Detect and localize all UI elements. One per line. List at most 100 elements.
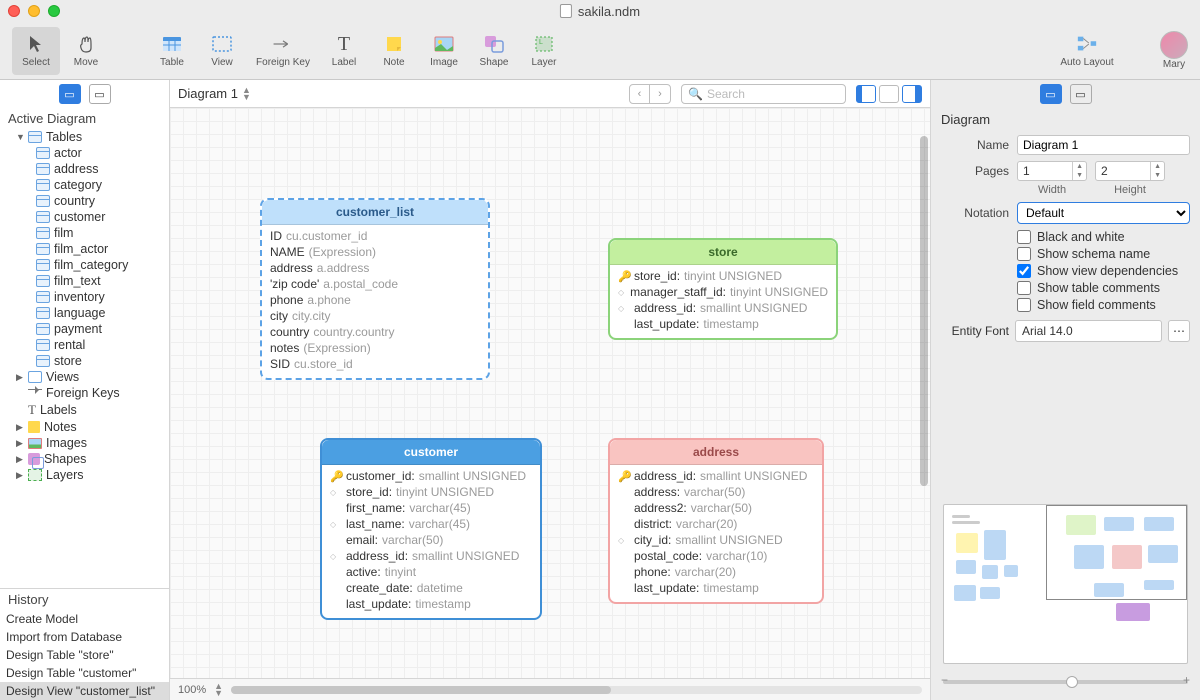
tree-table-item[interactable]: customer xyxy=(4,209,165,225)
history-item[interactable]: Import from Database xyxy=(0,628,169,646)
entity-customer-list[interactable]: customer_list ID cu.customer_idNAME (Exp… xyxy=(260,198,490,380)
image-tool[interactable]: Image xyxy=(420,27,468,75)
svg-text:L: L xyxy=(539,39,543,46)
tree-foreignkeys[interactable]: ▶Foreign Keys xyxy=(4,385,165,401)
check-fieldcomments[interactable] xyxy=(1017,298,1031,312)
index-icon: ◇ xyxy=(618,288,626,297)
tree-layers[interactable]: ▶Layers xyxy=(4,467,165,483)
table-icon xyxy=(36,211,50,223)
field-row: 🔑store_id: tinyint UNSIGNED xyxy=(618,268,828,284)
history-item[interactable]: Create Model xyxy=(0,610,169,628)
entity-customer[interactable]: customer 🔑customer_id: smallint UNSIGNED… xyxy=(320,438,542,620)
nav-back[interactable]: ‹ xyxy=(630,85,650,103)
table-tool[interactable]: Table xyxy=(148,27,196,75)
user-menu[interactable]: Mary xyxy=(1160,31,1188,70)
views-icon xyxy=(28,371,42,383)
pages-width-input[interactable]: 1▲▼ xyxy=(1017,161,1087,181)
inspector-heading: Diagram xyxy=(931,108,1200,131)
diagram-selector[interactable]: Diagram 1 ▲▼ xyxy=(178,86,251,101)
tree-table-item[interactable]: rental xyxy=(4,337,165,353)
lp-tab-model[interactable]: ▭ xyxy=(59,84,81,104)
foreignkey-tool[interactable]: Foreign Key xyxy=(248,27,318,75)
tree-shapes[interactable]: ▶Shapes xyxy=(4,451,165,467)
canvas[interactable]: customer_list ID cu.customer_idNAME (Exp… xyxy=(170,108,930,678)
view-tool[interactable]: View xyxy=(198,27,246,75)
index-icon: ◇ xyxy=(330,520,342,529)
tree-table-item[interactable]: country xyxy=(4,193,165,209)
tree-table-item[interactable]: address xyxy=(4,161,165,177)
entity-address[interactable]: address 🔑address_id: smallint UNSIGNEDad… xyxy=(608,438,824,604)
history-item[interactable]: Design Table "customer" xyxy=(0,664,169,682)
horizontal-scrollbar[interactable] xyxy=(231,686,922,694)
check-schema[interactable] xyxy=(1017,247,1031,261)
shape-tool[interactable]: Shape xyxy=(470,27,518,75)
statusbar: 100% ▲▼ xyxy=(170,678,930,700)
left-panel: ▭ ▭ Active Diagram ▼Tables actoraddressc… xyxy=(0,80,170,700)
minimap[interactable] xyxy=(943,504,1188,664)
table-icon xyxy=(36,275,50,287)
tree-table-item[interactable]: film_category xyxy=(4,257,165,273)
tree-table-item[interactable]: store xyxy=(4,353,165,369)
autolayout-icon xyxy=(1075,33,1099,55)
tree-labels[interactable]: ▶TLabels xyxy=(4,401,165,419)
tables-icon xyxy=(28,131,42,143)
tree-table-item[interactable]: actor xyxy=(4,145,165,161)
move-tool[interactable]: Move xyxy=(62,27,110,75)
label-tool[interactable]: T Label xyxy=(320,27,368,75)
minimize-icon[interactable] xyxy=(28,5,40,17)
rp-tab-other[interactable]: ▭ xyxy=(1070,84,1092,104)
pages-height-input[interactable]: 2▲▼ xyxy=(1095,161,1165,181)
tree-table-item[interactable]: film xyxy=(4,225,165,241)
tree-views[interactable]: ▶Views xyxy=(4,369,165,385)
pointer-icon xyxy=(24,33,48,55)
check-tablecomments[interactable] xyxy=(1017,281,1031,295)
lp-tab-other[interactable]: ▭ xyxy=(89,84,111,104)
entity-store[interactable]: store 🔑store_id: tinyint UNSIGNED◇manage… xyxy=(608,238,838,340)
zoom-icon[interactable] xyxy=(48,5,60,17)
tree-notes[interactable]: ▶Notes xyxy=(4,419,165,435)
zoom-slider[interactable]: − + xyxy=(943,680,1188,684)
field-row: 🔑customer_id: smallint UNSIGNED xyxy=(330,468,532,484)
index-icon: ◇ xyxy=(330,552,342,561)
layer-icon xyxy=(28,469,42,481)
view-right-toggle[interactable] xyxy=(902,85,922,103)
history-item[interactable]: Design View "customer_list" xyxy=(0,682,169,700)
note-tool[interactable]: Note xyxy=(370,27,418,75)
tree-table-item[interactable]: inventory xyxy=(4,289,165,305)
layer-tool[interactable]: L Layer xyxy=(520,27,568,75)
table-icon xyxy=(36,339,50,351)
view-left-toggle[interactable] xyxy=(856,85,876,103)
tree-images[interactable]: ▶Images xyxy=(4,435,165,451)
rp-tab-diagram[interactable]: ▭ xyxy=(1040,84,1062,104)
tree-table-item[interactable]: film_text xyxy=(4,273,165,289)
search-input[interactable]: 🔍 Search xyxy=(681,84,846,104)
view-bottom-toggle[interactable] xyxy=(879,85,899,103)
tree-table-item[interactable]: film_actor xyxy=(4,241,165,257)
autolayout-button[interactable]: Auto Layout xyxy=(1052,27,1122,75)
diagram-name-input[interactable] xyxy=(1017,135,1190,155)
zoom-level[interactable]: 100% xyxy=(178,684,206,696)
foreignkey-icon xyxy=(271,33,295,55)
font-picker-button[interactable]: ⋯ xyxy=(1168,320,1190,342)
check-bw[interactable] xyxy=(1017,230,1031,244)
field-row: notes (Expression) xyxy=(270,340,480,356)
table-icon xyxy=(36,355,50,367)
vertical-scrollbar[interactable] xyxy=(920,136,928,486)
close-icon[interactable] xyxy=(8,5,20,17)
field-row: phone: varchar(20) xyxy=(618,564,814,580)
font-input[interactable]: Arial 14.0 xyxy=(1015,320,1162,342)
shape-icon xyxy=(28,453,40,465)
field-row: ◇address_id: smallint UNSIGNED xyxy=(330,548,532,564)
nav-buttons: ‹ › xyxy=(629,84,671,104)
notation-select[interactable]: Default xyxy=(1017,202,1190,224)
field-row: ◇last_name: varchar(45) xyxy=(330,516,532,532)
nav-forward[interactable]: › xyxy=(650,85,670,103)
history-item[interactable]: Design Table "store" xyxy=(0,646,169,664)
tree-table-item[interactable]: category xyxy=(4,177,165,193)
tree-tables[interactable]: ▼Tables xyxy=(4,129,165,145)
select-tool[interactable]: Select xyxy=(12,27,60,75)
tree-table-item[interactable]: language xyxy=(4,305,165,321)
tree-table-item[interactable]: payment xyxy=(4,321,165,337)
check-viewdeps[interactable] xyxy=(1017,264,1031,278)
zoom-stepper[interactable]: ▲▼ xyxy=(214,683,223,697)
